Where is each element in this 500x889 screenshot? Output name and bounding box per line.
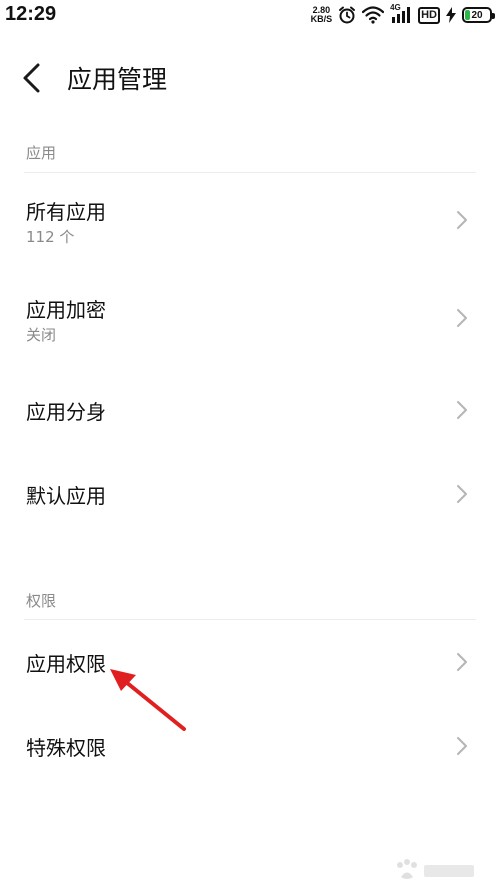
section-header-permissions: 权限 (26, 592, 57, 610)
item-label: 应用加密 (26, 298, 106, 322)
baidu-watermark-logo (397, 859, 474, 879)
status-bar: 12:29 2.80 KB/S 4G HD 20 (0, 0, 500, 30)
item-subtitle: 关闭 (26, 326, 57, 344)
list-item-default-apps[interactable]: 默认应用 (0, 454, 500, 532)
cell-signal: 4G (390, 3, 412, 24)
chevron-right-icon (457, 485, 467, 503)
section-header-apps: 应用 (26, 144, 57, 162)
item-label: 所有应用 (26, 200, 106, 224)
network-speed: 2.80 KB/S (311, 6, 333, 24)
chevron-right-icon (457, 401, 467, 419)
battery-indicator: 20 (462, 7, 495, 23)
network-speed-unit: KB/S (310, 14, 333, 24)
title-bar: 应用管理 (0, 50, 500, 106)
list-item-app-lock[interactable]: 应用加密 关闭 (0, 276, 500, 358)
divider (24, 619, 476, 620)
battery-level (465, 10, 471, 20)
chevron-right-icon (457, 653, 467, 671)
item-label: 应用权限 (26, 652, 106, 676)
item-label: 默认应用 (26, 484, 106, 508)
wifi-icon (362, 6, 385, 24)
chevron-right-icon (457, 211, 467, 229)
signal-icon (392, 7, 411, 23)
alarm-clock-icon (339, 6, 356, 24)
list-item-app-permissions[interactable]: 应用权限 (0, 622, 500, 700)
item-label: 特殊权限 (26, 736, 106, 760)
hd-badge: HD (418, 6, 440, 24)
back-arrow-icon[interactable] (18, 62, 48, 94)
chevron-right-icon (457, 309, 467, 327)
page-title: 应用管理 (67, 65, 168, 94)
battery-percent: 20 (471, 9, 483, 21)
item-subtitle: 112 个 (26, 228, 75, 246)
list-item-special-permissions[interactable]: 特殊权限 (0, 706, 500, 784)
chevron-right-icon (457, 737, 467, 755)
status-time: 12:29 (5, 3, 57, 25)
item-label: 应用分身 (26, 400, 106, 424)
list-item-all-apps[interactable]: 所有应用 112 个 (0, 178, 500, 260)
status-icons: 2.80 KB/S 4G HD 20 (311, 3, 495, 26)
charging-bolt-icon (446, 7, 456, 23)
divider (24, 172, 476, 173)
list-item-app-clone[interactable]: 应用分身 (0, 370, 500, 448)
